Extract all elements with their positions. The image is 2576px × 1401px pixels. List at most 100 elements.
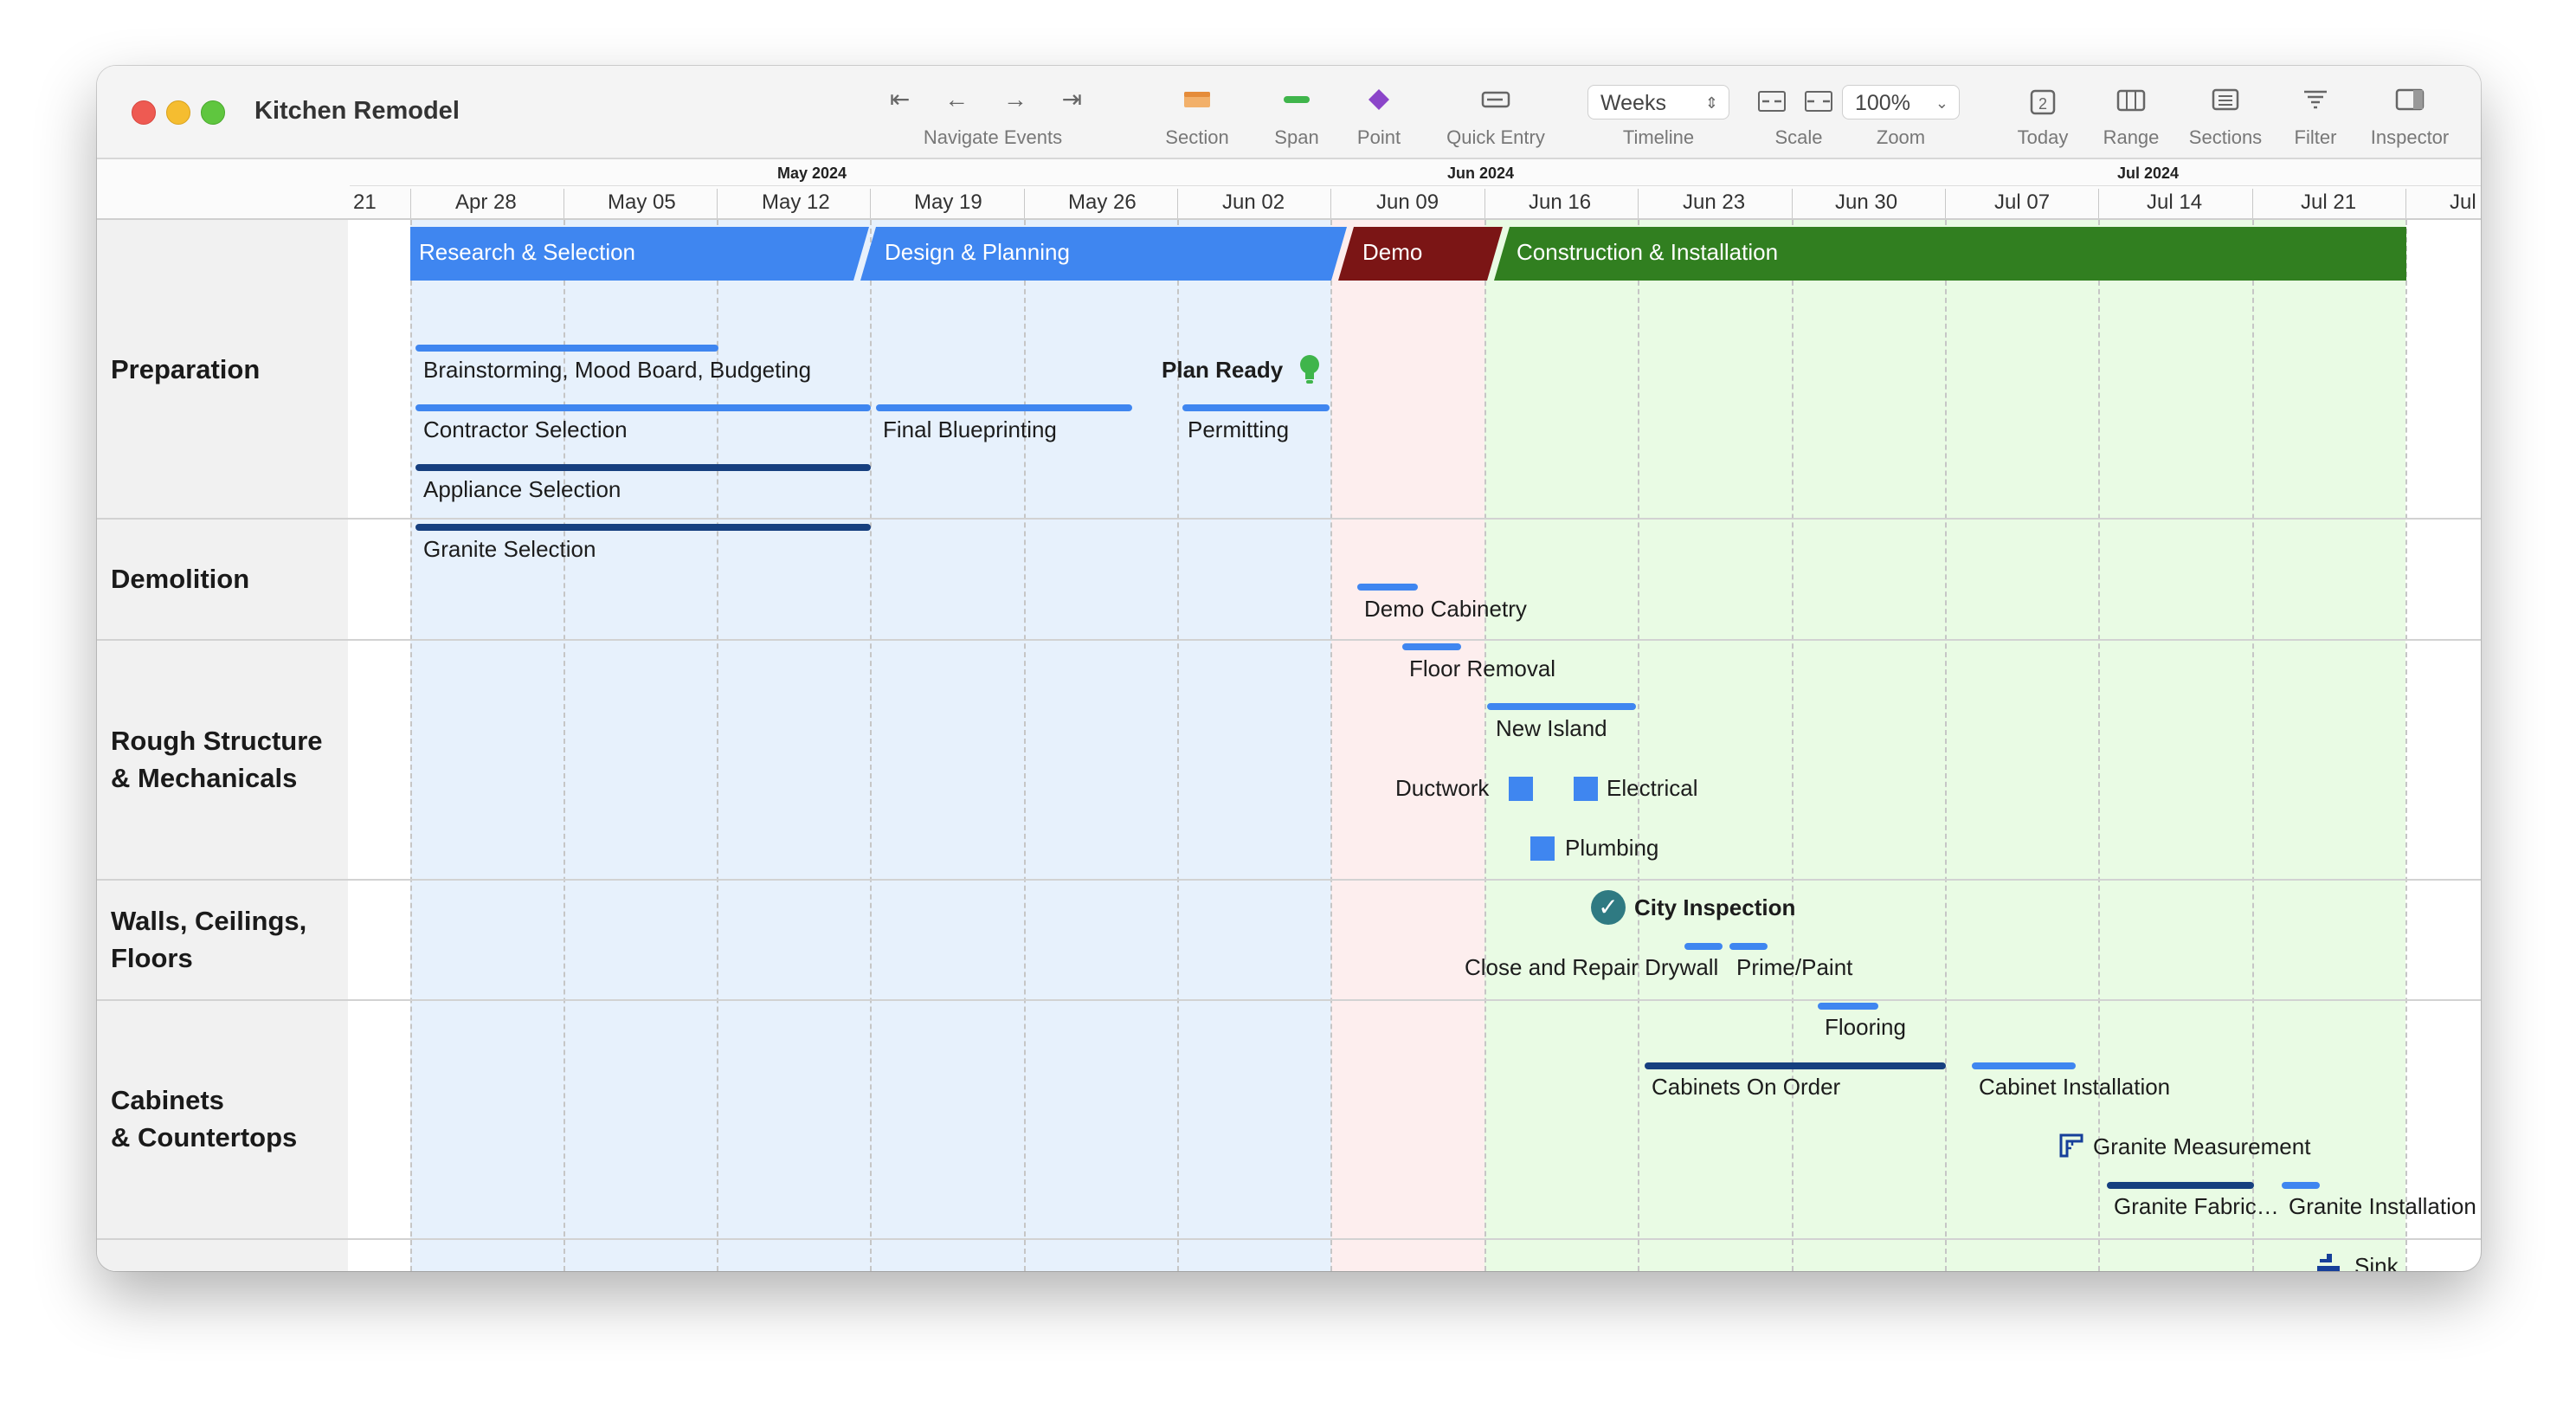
inspector-button[interactable]: Inspector — [2367, 66, 2453, 158]
zoom-control: 100% ⌄ Zoom — [1842, 66, 1960, 158]
span-contractor[interactable] — [415, 404, 871, 411]
event-final-blueprinting[interactable]: Final Blueprinting — [883, 416, 1057, 443]
toolbar: Kitchen Remodel ⇤ ← → ⇥ Navigate Events … — [97, 66, 2481, 159]
event-sink[interactable]: Sink — [2354, 1253, 2399, 1271]
event-close-repair-drywall[interactable]: Close and Repair Drywall — [1465, 954, 1718, 981]
event-floor-removal[interactable]: Floor Removal — [1409, 655, 1555, 682]
navigate-events-control[interactable]: ⇤ ← → ⇥ Navigate Events — [885, 66, 1101, 158]
span-granite-selection[interactable] — [415, 524, 871, 531]
event-granite-selection[interactable]: Granite Selection — [423, 536, 596, 563]
event-contractor-selection[interactable]: Contractor Selection — [423, 416, 628, 443]
week-label: Jun 09 — [1376, 190, 1439, 214]
navigate-arrows-icon[interactable]: ⇤ ← → ⇥ — [885, 85, 1101, 113]
event-demo-cabinetry[interactable]: Demo Cabinetry — [1364, 596, 1527, 623]
week-label: May 12 — [762, 190, 830, 214]
event-cabinet-installation[interactable]: Cabinet Installation — [1979, 1074, 2170, 1101]
span-blueprinting[interactable] — [876, 404, 1132, 411]
span-drywall[interactable] — [1684, 943, 1723, 950]
event-plumbing[interactable]: Plumbing — [1565, 835, 1658, 862]
span-demo-cabinetry[interactable] — [1357, 584, 1418, 591]
week-label: May 19 — [914, 190, 982, 214]
section-divider — [97, 999, 2481, 1001]
zoom-popup[interactable]: 100% ⌄ — [1842, 85, 1960, 119]
research-selection-label: Research & Selection — [419, 239, 636, 265]
week-label: Jul 21 — [2301, 190, 2357, 214]
inspector-icon — [2367, 87, 2453, 118]
measurement-icon[interactable] — [2058, 1133, 2084, 1163]
section-icon — [1158, 87, 1236, 118]
header-divider — [350, 185, 2481, 186]
research-selection-header[interactable]: Research & Selection — [410, 227, 843, 281]
checkmark-icon[interactable]: ✓ — [1591, 890, 1626, 925]
event-permitting[interactable]: Permitting — [1188, 416, 1289, 443]
span-granite-fabrication[interactable] — [2107, 1182, 2254, 1189]
section-preparation[interactable]: Preparation — [111, 351, 260, 388]
span-prime-paint[interactable] — [1729, 943, 1768, 950]
point-plumbing[interactable] — [1530, 836, 1555, 861]
scale-expand-icon[interactable] — [1805, 91, 1832, 112]
timeline-popup[interactable]: Weeks ⇕ — [1587, 85, 1729, 119]
week-label: 21 — [353, 190, 377, 214]
zoom-window-button[interactable] — [201, 100, 225, 125]
demo-label: Demo — [1362, 239, 1423, 265]
event-brainstorming[interactable]: Brainstorming, Mood Board, Budgeting — [423, 357, 811, 384]
event-prime-paint[interactable]: Prime/Paint — [1736, 954, 1852, 981]
week-label: May 05 — [608, 190, 676, 214]
close-window-button[interactable] — [132, 100, 156, 125]
construction-installation-header[interactable]: Construction & Installation — [1508, 227, 2373, 281]
event-granite-fabrication[interactable]: Granite Fabric… — [2114, 1193, 2279, 1220]
point-ductwork[interactable] — [1509, 777, 1533, 801]
timeline-value: Weeks — [1600, 91, 1666, 115]
minimize-window-button[interactable] — [166, 100, 190, 125]
lightbulb-icon[interactable] — [1297, 353, 1323, 391]
week-label: Jul — [2450, 190, 2476, 214]
point-diamond-icon — [1349, 87, 1409, 118]
milestone-plan-ready[interactable]: Plan Ready — [1162, 357, 1283, 384]
faucet-sink-icon[interactable] — [2315, 1250, 2342, 1271]
span-cabinets-on-order[interactable] — [1645, 1062, 1946, 1069]
span-floor-removal[interactable] — [1402, 643, 1461, 650]
span-flooring[interactable] — [1818, 1003, 1878, 1010]
span-permitting[interactable] — [1182, 404, 1330, 411]
construction-installation-label: Construction & Installation — [1517, 239, 1779, 265]
sections-icon — [2186, 87, 2264, 118]
section-divider — [97, 639, 2481, 641]
event-appliance-selection[interactable]: Appliance Selection — [423, 476, 621, 503]
timeline-body[interactable]: Preparation Demolition Rough Structure &… — [97, 220, 2481, 1271]
point-electrical[interactable] — [1574, 777, 1598, 801]
design-planning-header[interactable]: Design & Planning — [876, 227, 1309, 281]
window-title: Kitchen Remodel — [254, 97, 460, 125]
span-brainstorming[interactable] — [415, 345, 718, 352]
section-rough-structure[interactable]: Rough Structure & Mechanicals — [111, 722, 323, 797]
week-label: Jul 14 — [2147, 190, 2203, 214]
section-cabinets-countertops[interactable]: Cabinets & Countertops — [111, 1081, 297, 1156]
event-ductwork[interactable]: Ductwork — [1395, 775, 1489, 802]
inspector-label: Inspector — [2370, 126, 2450, 148]
quick-entry-button[interactable]: Quick Entry — [1444, 66, 1548, 158]
week-label: Jun 23 — [1683, 190, 1746, 214]
section-divider — [97, 1238, 2481, 1240]
span-appliance[interactable] — [415, 464, 871, 471]
event-new-island[interactable]: New Island — [1496, 715, 1607, 742]
section-walls-ceilings-floors[interactable]: Walls, Ceilings, Floors — [111, 902, 306, 977]
span-granite-installation[interactable] — [2282, 1182, 2320, 1189]
section-demolition[interactable]: Demolition — [111, 560, 249, 597]
scale-compress-icon[interactable] — [1758, 91, 1786, 112]
milestone-city-inspection[interactable]: City Inspection — [1634, 894, 1795, 921]
event-cabinets-on-order[interactable]: Cabinets On Order — [1652, 1074, 1840, 1101]
event-electrical[interactable]: Electrical — [1607, 775, 1697, 802]
week-label: Jun 02 — [1222, 190, 1285, 214]
week-label: Jun 16 — [1529, 190, 1592, 214]
calendar-icon: 2 — [2008, 87, 2077, 118]
point-button[interactable]: Point — [1349, 66, 1409, 158]
month-label: May 2024 — [777, 165, 847, 182]
event-flooring[interactable]: Flooring — [1825, 1014, 1906, 1041]
section-button[interactable]: Section — [1158, 66, 1236, 158]
span-cabinet-installation[interactable] — [1972, 1062, 2076, 1069]
timeline-control: Weeks ⇕ Timeline — [1587, 66, 1729, 158]
event-granite-installation[interactable]: Granite Installation — [2289, 1193, 2476, 1220]
event-granite-measurement[interactable]: Granite Measurement — [2093, 1133, 2310, 1160]
span-new-island[interactable] — [1487, 703, 1636, 710]
demo-header[interactable]: Demo — [1354, 227, 1484, 281]
navigate-events-label: Navigate Events — [923, 126, 1063, 148]
